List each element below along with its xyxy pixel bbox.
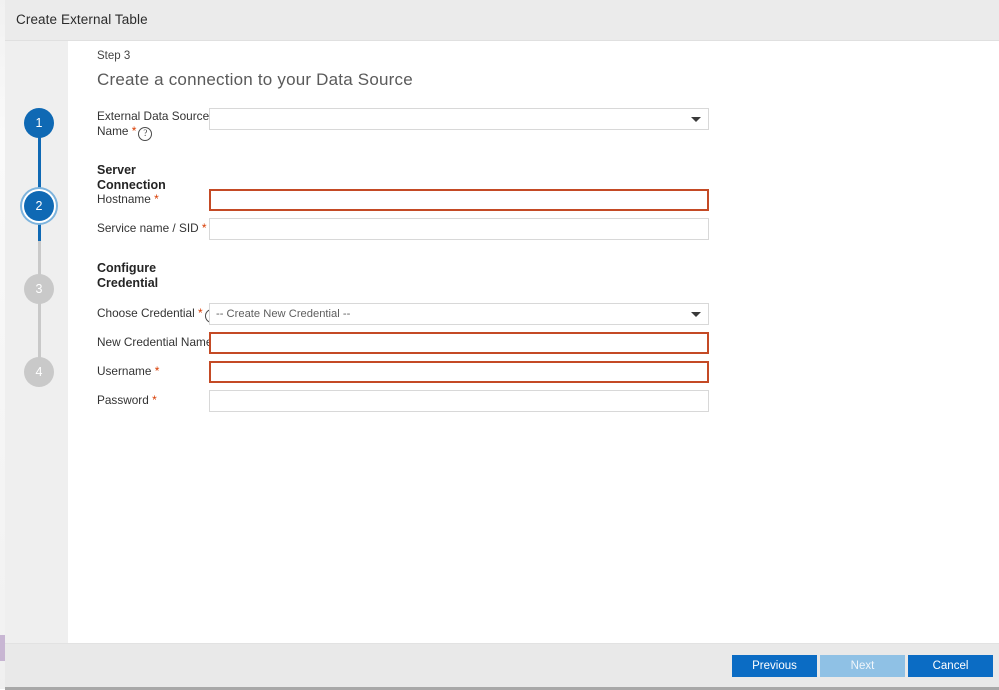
new-credential-name-input[interactable] [209,332,709,354]
cancel-button[interactable]: Cancel [908,655,993,677]
choose-credential-selected-value: -- Create New Credential -- [216,308,351,320]
page-title: Create a connection to your Data Source [97,70,413,89]
required-asterisk: * [201,221,207,235]
username-label-text: Username [97,364,152,378]
hostname-label-text: Hostname [97,192,151,206]
stepper-step-1[interactable]: 1 [24,108,54,138]
help-circle-icon[interactable]: ? [138,127,153,141]
service-name-sid-input[interactable] [209,218,709,240]
wizard-content-panel: Step 3 Create a connection to your Data … [68,41,999,643]
chevron-down-icon [691,117,701,122]
external-data-source-name-label-line2: Name [97,124,129,138]
password-label-text: Password [97,393,149,407]
dialog-footer: Previous Next Cancel [5,643,999,690]
configure-credential-section-title: Configure Credential [97,261,207,291]
hostname-input[interactable] [209,189,709,211]
server-connection-section-title: Server Connection [97,163,166,192]
wizard-stepper: 1 2 3 4 [5,41,68,643]
chevron-down-icon [691,312,701,317]
configure-credential-title-line2: Credential [97,276,159,290]
configure-credential-title-line1: Configure [97,261,157,275]
username-input[interactable] [209,361,709,383]
step-indicator-label: Step 3 [97,50,131,62]
next-button[interactable]: Next [820,655,905,677]
previous-button[interactable]: Previous [732,655,817,677]
choose-credential-dropdown[interactable]: -- Create New Credential -- [209,303,709,325]
required-asterisk: * [154,192,159,206]
choose-credential-label-text: Choose Credential [97,306,195,320]
create-external-table-dialog: Create External Table 1 2 3 4 Step 3 Cre… [5,0,999,690]
password-input[interactable] [209,390,709,412]
external-data-source-name-dropdown[interactable] [209,108,709,130]
required-asterisk: * [131,124,137,138]
required-asterisk: * [152,393,157,407]
window-title: Create External Table [16,12,148,27]
title-bar: Create External Table [5,0,999,41]
stepper-step-2[interactable]: 2 [24,191,54,221]
service-name-sid-label-text: Service name / SID [97,221,199,235]
required-asterisk: * [154,364,160,378]
stepper-step-4[interactable]: 4 [24,357,54,387]
required-asterisk: * [198,306,203,320]
new-credential-name-label-text: New Credential Name [97,335,213,349]
dialog-body: 1 2 3 4 Step 3 Create a connection to yo… [5,41,999,643]
external-data-source-name-label-line1: External Data Source [97,109,210,123]
stepper-step-3[interactable]: 3 [24,274,54,304]
